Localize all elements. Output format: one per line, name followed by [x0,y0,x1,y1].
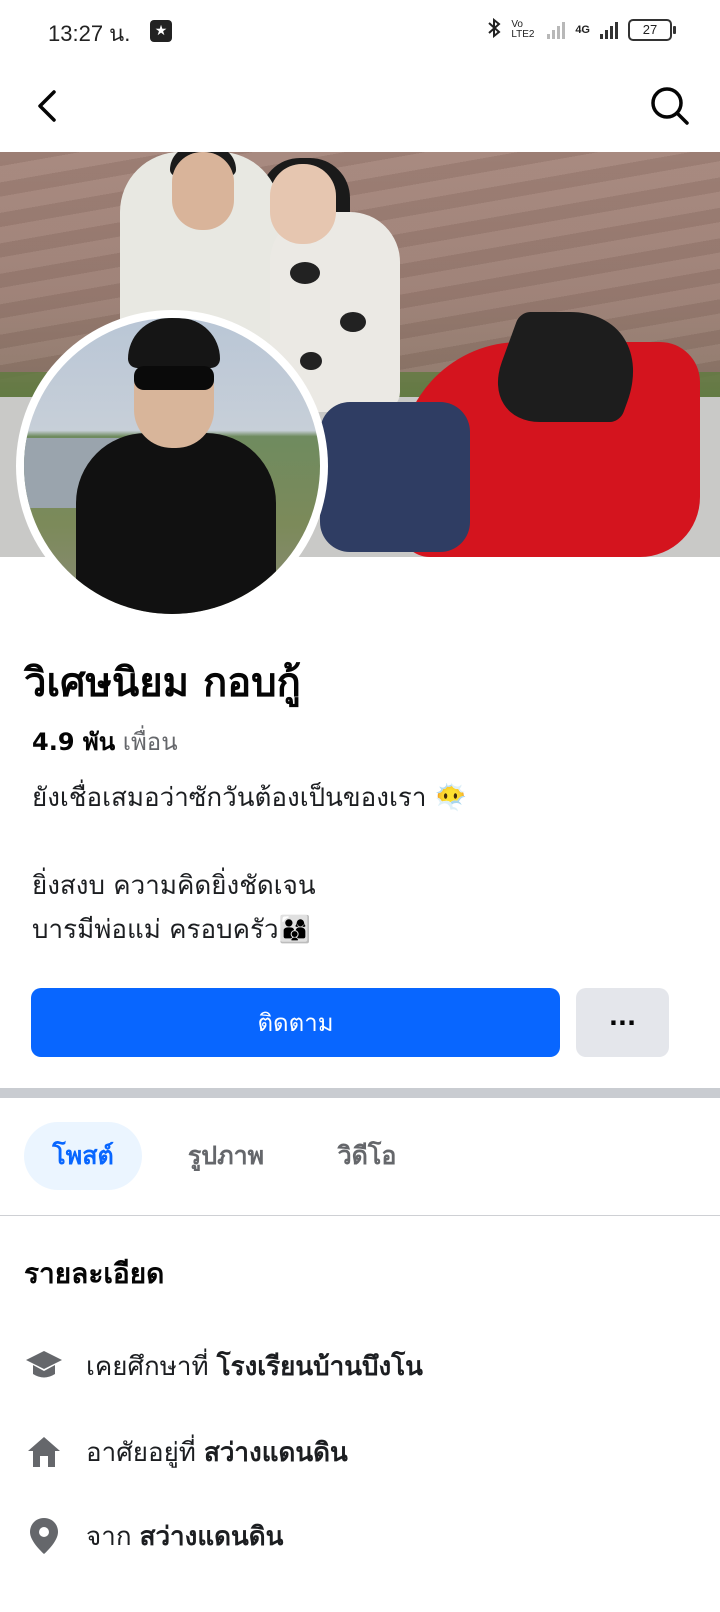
status-bar: 13:27 น. ★ Vo LTE2 4G 27 [0,0,720,64]
profile-tabs: โพสต์ รูปภาพ วิดีโอ [0,1120,720,1192]
profile-name: วิเศษนิยม กอบกู้ [24,660,301,706]
tabs-divider [0,1215,720,1216]
detail-hometown-value: สว่างแดนดิน [139,1521,284,1552]
detail-education-value: โรงเรียนบ้านบึงโน [216,1351,423,1382]
friends-count-link[interactable]: 4.9 พัน เพื่อน [32,722,178,761]
detail-hometown[interactable]: จาก สว่างแดนดิน [24,1506,283,1566]
back-button[interactable] [28,84,72,128]
detail-hometown-prefix: จาก [86,1521,132,1552]
tab-videos[interactable]: วิดีโอ [312,1122,422,1190]
detail-current-city-value: สว่างแดนดิน [203,1437,348,1468]
follow-button[interactable]: ติดตาม [31,988,560,1057]
battery-icon: 27 [628,18,676,41]
section-divider [0,1088,720,1098]
friends-count: 4.9 พัน [32,728,116,756]
friends-label: เพื่อน [122,728,178,756]
search-button[interactable] [648,84,692,128]
tab-posts[interactable]: โพสต์ [24,1122,142,1190]
details-title: รายละเอียด [24,1257,165,1290]
avatar[interactable] [24,318,320,614]
graduation-cap-icon [24,1346,64,1386]
detail-education[interactable]: เคยศึกษาที่ โรงเรียนบ้านบึงโน [24,1336,423,1396]
profile-bio: ยังเชื่อเสมอว่าซักวันต้องเป็นของเรา 😶‍🌫️… [32,783,468,945]
bluetooth-icon [487,17,501,41]
search-icon [651,87,689,125]
detail-current-city-prefix: อาศัยอยู่ที่ [86,1437,196,1468]
more-options-button[interactable]: ··· [576,988,669,1057]
detail-education-prefix: เคยศึกษาที่ [86,1351,209,1382]
top-nav [0,64,720,152]
signal-strong-icon [600,21,618,39]
volte-icon: Vo LTE2 [511,18,535,40]
detail-current-city[interactable]: อาศัยอยู่ที่ สว่างแดนดิน [24,1422,348,1482]
status-indicators: Vo LTE2 4G 27 [487,17,676,41]
battery-level: 27 [642,21,658,37]
back-arrow-icon [38,90,56,122]
tab-photos[interactable]: รูปภาพ [166,1122,286,1190]
notification-app-icon: ★ [150,20,172,42]
location-pin-icon [24,1516,64,1556]
signal-weak-icon [547,21,566,39]
network-type: 4G [575,23,590,36]
home-icon [24,1432,64,1472]
status-time: 13:27 น. [48,21,131,46]
